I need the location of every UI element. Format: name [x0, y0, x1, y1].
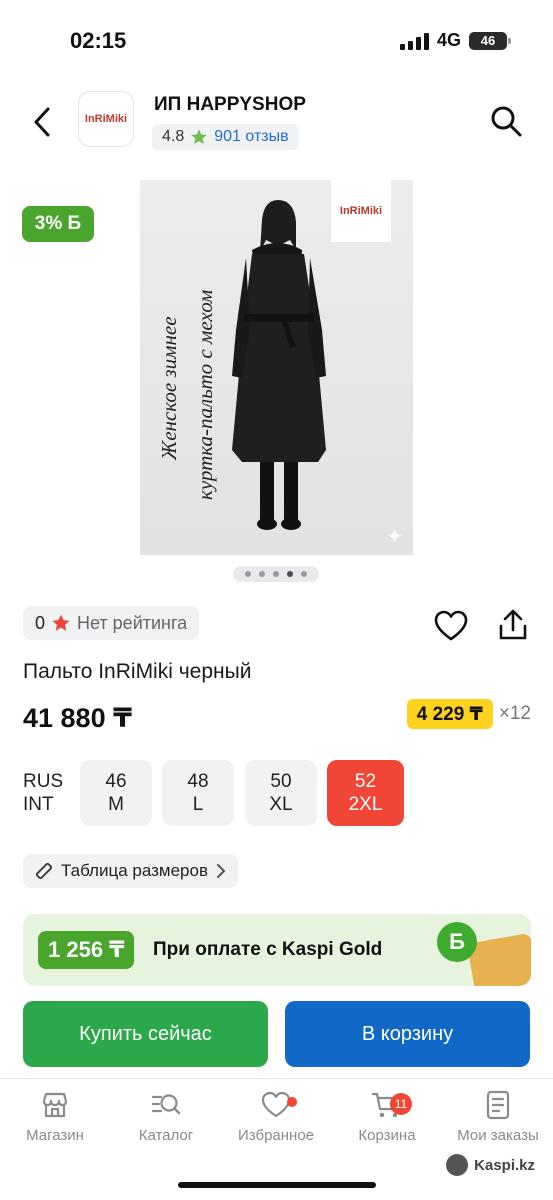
size-rus: 50: [270, 771, 292, 792]
sparkle-icon: ✦: [386, 526, 403, 548]
kaspi-gold-banner[interactable]: 1 256 ₸ При оплате с Kaspi Gold Б: [23, 914, 531, 986]
nav-label: Каталог: [138, 1127, 194, 1144]
network-label: 4G: [436, 30, 461, 50]
installment-price: 4 229 ₸: [406, 699, 493, 729]
status-time: 02:15: [70, 28, 127, 53]
search-button[interactable]: [489, 104, 523, 138]
size-scale-label: RUS INT: [23, 770, 63, 816]
shop-name[interactable]: ИП HAPPYSHOP: [154, 94, 306, 116]
image-caption: Женское зимнее куртка-пальто с мехом: [157, 290, 217, 500]
pagination-dot[interactable]: [259, 571, 265, 577]
shop-logo-text: InRiMiki: [84, 113, 128, 125]
back-button[interactable]: [26, 102, 58, 142]
shop-reviews-link: 901 отзыв: [214, 128, 289, 145]
home-indicator: [178, 1182, 376, 1188]
kaspi-watermark: Kaspi.kz: [446, 1154, 535, 1176]
chevron-right-icon: [216, 864, 225, 878]
add-to-cart-button[interactable]: В корзину: [285, 1001, 530, 1067]
favorites-notification-dot: [287, 1097, 297, 1107]
size-option-52-selected[interactable]: 52 2XL: [327, 760, 404, 826]
product-rating[interactable]: 0 Нет рейтинга: [23, 606, 200, 640]
kaspi-logo-icon: [446, 1154, 469, 1176]
nav-item-cart[interactable]: 11 Корзина: [332, 1089, 442, 1153]
gold-banner-text: При оплате с Kaspi Gold: [153, 939, 383, 960]
gold-bonus-amount: 1 256 ₸: [38, 931, 135, 969]
installment-offer[interactable]: 4 229 ₸ ×12: [406, 699, 531, 729]
product-image[interactable]: InRiMiki Женское зимнее куртка-пальто с …: [140, 180, 413, 555]
pagination-dot[interactable]: [273, 571, 279, 577]
pagination-dot-active[interactable]: [287, 571, 293, 577]
nav-item-shop[interactable]: Магазин: [0, 1089, 110, 1153]
pagination-dot[interactable]: [301, 571, 307, 577]
status-indicators: 4G 46: [399, 30, 511, 51]
size-scale-rus: RUS: [23, 771, 64, 792]
shop-logo[interactable]: InRiMiki: [78, 91, 134, 147]
nav-item-catalog[interactable]: Каталог: [111, 1089, 221, 1153]
brand-tag-text: InRiMiki: [339, 205, 383, 217]
nav-label: Мои заказы: [457, 1127, 539, 1144]
catalog-search-icon: [151, 1094, 181, 1115]
shop-rating[interactable]: 4.8 901 отзыв: [152, 124, 299, 150]
heart-icon: [434, 610, 468, 641]
chevron-left-icon: [34, 107, 50, 137]
size-int: 2XL: [348, 794, 383, 815]
image-caption-line-1: Женское зимнее: [157, 316, 181, 461]
size-int: L: [192, 794, 204, 815]
brand-tag: InRiMiki: [331, 180, 391, 242]
installment-term: ×12: [498, 703, 531, 724]
star-icon: [52, 614, 70, 631]
nav-label: Магазин: [26, 1127, 84, 1144]
bonus-badge: 3% Б: [22, 206, 94, 242]
product-title: Пальто InRiMiki черный: [23, 660, 252, 683]
size-option-50[interactable]: 50 XL: [245, 760, 317, 826]
size-rus: 46: [105, 771, 127, 792]
star-icon: [191, 129, 207, 144]
buy-now-button[interactable]: Купить сейчас: [23, 1001, 268, 1067]
size-rus: 48: [187, 771, 209, 792]
bonus-coin-icon: Б: [437, 922, 477, 962]
share-button[interactable]: [497, 608, 529, 642]
battery-icon: 46: [469, 31, 511, 50]
image-caption-line-2: куртка-пальто с мехом: [193, 290, 217, 500]
ruler-icon: [35, 862, 53, 880]
favorite-button[interactable]: [434, 610, 468, 642]
size-table-button[interactable]: Таблица размеров: [23, 854, 238, 888]
nav-label: Избранное: [237, 1127, 315, 1144]
status-bar: 02:15 4G 46: [0, 0, 553, 80]
watermark-text: Kaspi.kz: [474, 1156, 535, 1174]
nav-item-favorites[interactable]: Избранное: [221, 1089, 331, 1153]
size-rus: 52: [354, 771, 377, 792]
search-icon: [491, 106, 522, 137]
size-option-46[interactable]: 46 M: [80, 760, 152, 826]
size-table-label: Таблица размеров: [61, 861, 208, 880]
orders-icon: [486, 1090, 510, 1120]
signal-icon: [399, 32, 429, 50]
shop-icon: [42, 1092, 68, 1118]
product-rating-value: 0: [35, 612, 46, 633]
size-option-48[interactable]: 48 L: [162, 760, 234, 826]
size-scale-int: INT: [23, 794, 54, 815]
nav-label: Корзина: [358, 1127, 416, 1144]
shop-header: InRiMiki ИП HAPPYSHOP 4.8 901 отзыв: [0, 88, 553, 154]
pagination-dot[interactable]: [245, 571, 251, 577]
image-pagination[interactable]: [233, 566, 319, 582]
nav-item-orders[interactable]: Мои заказы: [443, 1089, 553, 1153]
size-int: XL: [269, 794, 293, 815]
product-rating-text: Нет рейтинга: [77, 612, 188, 633]
cart-count-badge: 11: [390, 1093, 412, 1115]
shop-rating-score: 4.8: [162, 128, 185, 145]
product-price: 41 880 ₸: [23, 703, 132, 733]
share-icon: [499, 609, 527, 640]
size-int: M: [108, 794, 124, 815]
